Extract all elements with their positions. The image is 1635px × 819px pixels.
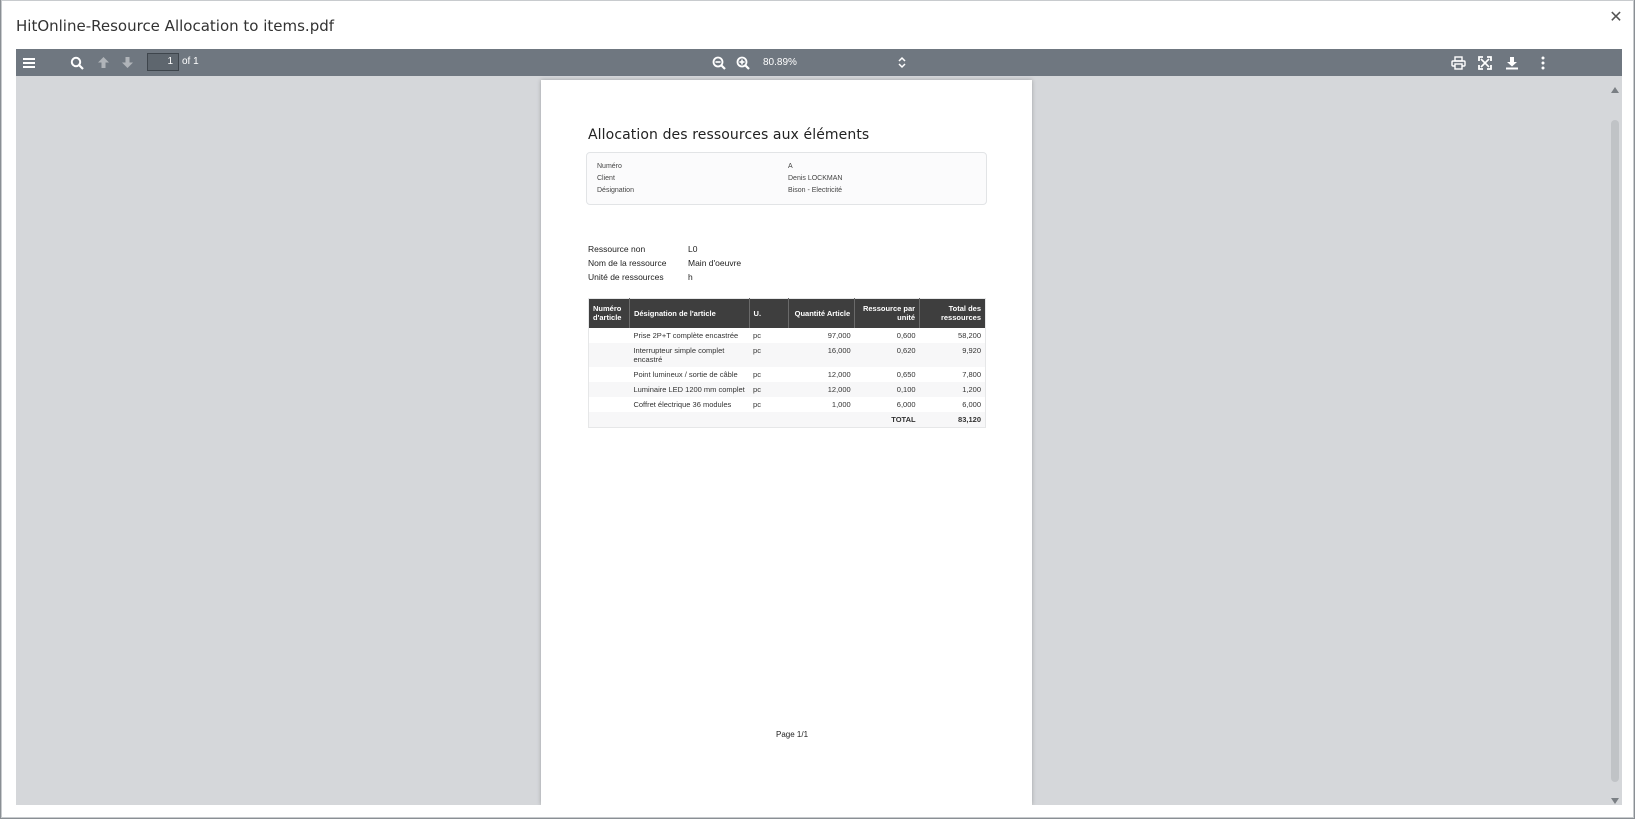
document-info-box: Numéro A Client Denis LOCKMAN Désignatio…	[586, 152, 987, 205]
scrollbar-thumb[interactable]	[1611, 120, 1619, 782]
menu-icon[interactable]	[19, 53, 39, 72]
zoom-select[interactable]: 80.89%	[758, 53, 908, 72]
pdf-modal: HitOnline-Resource Allocation to items.p…	[1, 0, 1634, 818]
document-title: Allocation des ressources aux éléments	[588, 127, 870, 143]
pdf-page: Allocation des ressources aux éléments N…	[541, 80, 1032, 805]
item-designation: Luminaire LED 1200 mm complet	[629, 381, 750, 397]
item-unit: pc	[749, 342, 789, 367]
vertical-scrollbar[interactable]	[1608, 76, 1622, 805]
item-number	[589, 397, 630, 412]
info-label-designation: Désignation	[597, 187, 634, 194]
item-quantity: 12,000	[788, 381, 855, 397]
download-icon[interactable]	[1502, 53, 1522, 72]
item-number	[588, 381, 630, 397]
resource-name-value: Main d'oeuvre	[688, 258, 742, 268]
zoom-out-icon[interactable]	[709, 53, 729, 72]
resource-unit-value: h	[688, 272, 693, 282]
scroll-up-icon[interactable]	[1611, 81, 1619, 93]
info-value-number: A	[788, 163, 793, 170]
item-designation: Prise 2P+T complète encastrée	[633, 330, 739, 340]
table-row: Point lumineux / sortie de câble pc 12,0…	[589, 367, 986, 382]
scroll-down-icon[interactable]	[1611, 792, 1619, 804]
item-resource-per-unit: 0,600	[896, 330, 916, 340]
item-total-resources: 1,200	[919, 381, 986, 397]
total-value: 83,120	[919, 411, 986, 427]
page-footer: Page 1/1	[776, 730, 809, 739]
item-unit: pc	[753, 330, 761, 340]
item-resource-per-unit: 0,100	[854, 381, 920, 397]
pdf-viewer: 1 of 1 80.89% Allocation des ressources …	[16, 49, 1622, 805]
item-designation: Coffret électrique 36 modules	[633, 399, 732, 409]
resource-unit-label: Unité de ressources	[588, 272, 664, 282]
info-label-number: Numéro	[597, 163, 622, 170]
item-resource-per-unit: 0,620	[854, 342, 920, 367]
table-total-row: TOTAL 83,120	[588, 411, 986, 427]
resource-name-label: Nom de la ressource	[588, 258, 667, 268]
more-vertical-icon[interactable]	[1533, 53, 1553, 72]
item-unit: pc	[753, 399, 761, 409]
pdf-toolbar: 1 of 1 80.89%	[16, 49, 1622, 76]
item-number	[588, 342, 630, 367]
column-header: Numéro d'article	[588, 298, 630, 328]
table-row: Coffret électrique 36 modules pc 1,000 6…	[589, 397, 986, 412]
info-value-client: Denis LOCKMAN	[788, 175, 843, 182]
item-number	[589, 328, 630, 343]
modal-title: HitOnline-Resource Allocation to items.p…	[16, 17, 335, 35]
item-designation: Point lumineux / sortie de câble	[633, 369, 738, 379]
info-value-designation: Bison - Electricité	[788, 187, 843, 194]
item-quantity: 1,000	[831, 399, 851, 409]
table-row: Luminaire LED 1200 mm complet pc 12,000 …	[588, 381, 986, 397]
item-resource-per-unit: 0,650	[896, 369, 916, 379]
print-icon[interactable]	[1448, 53, 1468, 72]
item-unit: pc	[753, 369, 761, 379]
column-header: Ressource par unité	[854, 298, 921, 328]
item-unit: pc	[749, 381, 789, 397]
item-resource-per-unit: 6,000	[896, 399, 916, 409]
arrow-up-icon[interactable]	[93, 53, 113, 72]
item-designation: Interrupteur simple complet encastré	[629, 342, 750, 367]
item-total-resources: 58,200	[958, 330, 981, 340]
item-number	[589, 367, 630, 382]
item-total-resources: 9,920	[919, 342, 986, 367]
column-header: Total des ressources	[919, 298, 986, 328]
zoom-value: 80.89%	[763, 57, 797, 68]
column-header: Désignation de l'article	[629, 298, 750, 328]
table-row: Prise 2P+T complète encastrée pc 97,000 …	[589, 328, 986, 343]
items-table: Numéro d'article Désignation de l'articl…	[588, 298, 986, 428]
table-header-row: Numéro d'article Désignation de l'articl…	[588, 298, 986, 328]
item-quantity: 97,000	[827, 330, 851, 340]
column-header: U.	[749, 298, 790, 328]
fullscreen-icon[interactable]	[1475, 53, 1495, 72]
zoom-in-icon[interactable]	[733, 53, 753, 72]
page-count-label: of 1	[182, 56, 199, 67]
table-row: Interrupteur simple complet encastré pc …	[588, 342, 986, 367]
column-header: Quantité Article	[788, 298, 856, 328]
close-icon[interactable]: ✕	[1607, 9, 1625, 27]
arrow-down-icon[interactable]	[117, 53, 137, 72]
item-total-resources: 7,800	[962, 369, 981, 379]
chevron-updown-icon	[896, 56, 908, 69]
total-label: TOTAL	[854, 411, 920, 427]
item-quantity: 16,000	[788, 342, 855, 367]
page-number-input[interactable]: 1	[147, 53, 179, 71]
resource-code-label: Ressource non	[588, 244, 646, 254]
item-quantity: 12,000	[827, 369, 851, 379]
info-label-client: Client	[597, 175, 615, 182]
item-total-resources: 6,000	[962, 399, 981, 409]
search-icon[interactable]	[67, 53, 87, 72]
resource-code-value: L0	[688, 244, 698, 254]
